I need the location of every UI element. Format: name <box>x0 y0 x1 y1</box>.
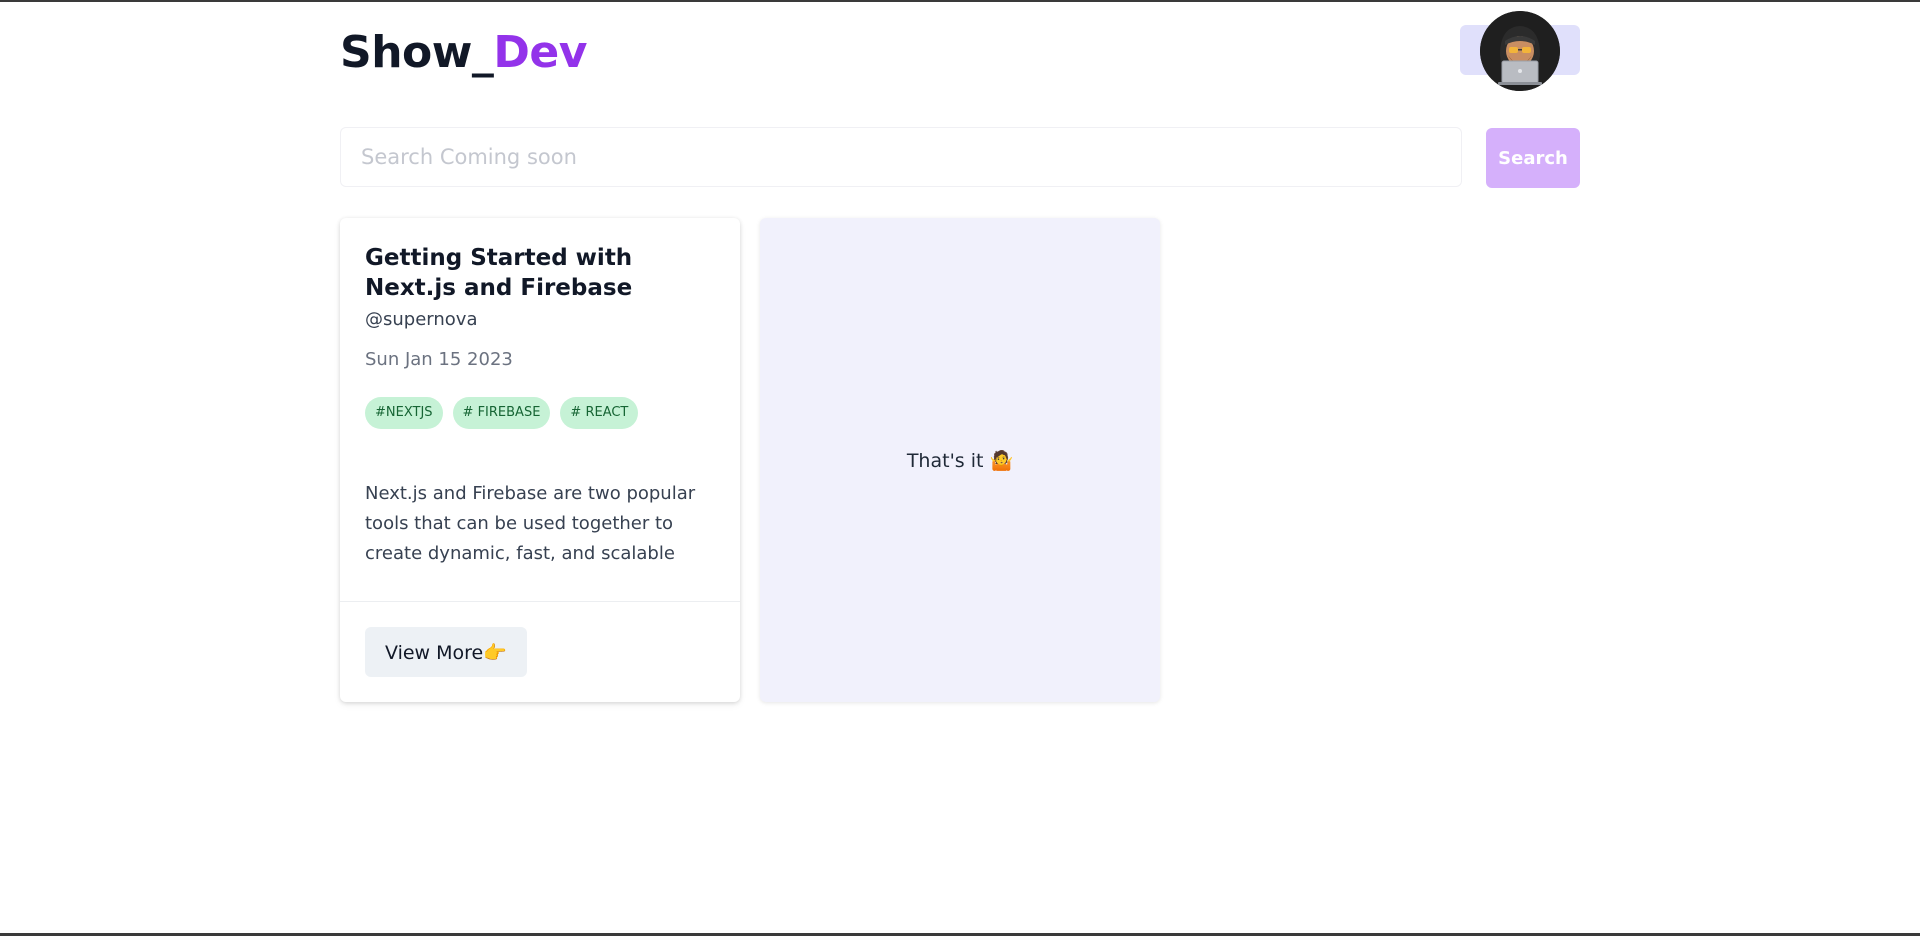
tag-list: #NEXTJS # FIREBASE # REACT <box>365 397 715 429</box>
end-of-list-text: That's it 🤷 <box>906 449 1014 472</box>
page-frame: Show_Dev Search Coming soon Search Getti… <box>0 0 1920 936</box>
logo-accent-text: Dev <box>493 27 587 78</box>
tag-badge[interactable]: # FIREBASE <box>452 397 551 429</box>
tag-badge[interactable]: # REACT <box>560 397 639 429</box>
search-button[interactable]: Search <box>1486 128 1580 188</box>
hacker-laptop-avatar-icon <box>1480 11 1560 91</box>
avatar[interactable] <box>1480 11 1560 91</box>
post-author[interactable]: @supernova <box>365 307 715 333</box>
end-of-list-card: That's it 🤷 <box>760 218 1160 702</box>
post-card: Getting Started with Next.js and Firebas… <box>340 218 740 702</box>
post-card-body: Getting Started with Next.js and Firebas… <box>365 243 715 569</box>
card-divider <box>340 601 740 602</box>
post-excerpt: Next.js and Firebase are two popular too… <box>365 483 696 564</box>
tag-badge[interactable]: #NEXTJS <box>365 397 443 429</box>
post-title[interactable]: Getting Started with Next.js and Firebas… <box>365 243 715 303</box>
site-logo[interactable]: Show_Dev <box>340 26 587 80</box>
post-date: Sun Jan 15 2023 <box>365 349 513 370</box>
view-more-button[interactable]: View More👉 <box>365 627 527 677</box>
search-input[interactable] <box>340 127 1462 187</box>
logo-main-text: Show_ <box>340 27 494 78</box>
